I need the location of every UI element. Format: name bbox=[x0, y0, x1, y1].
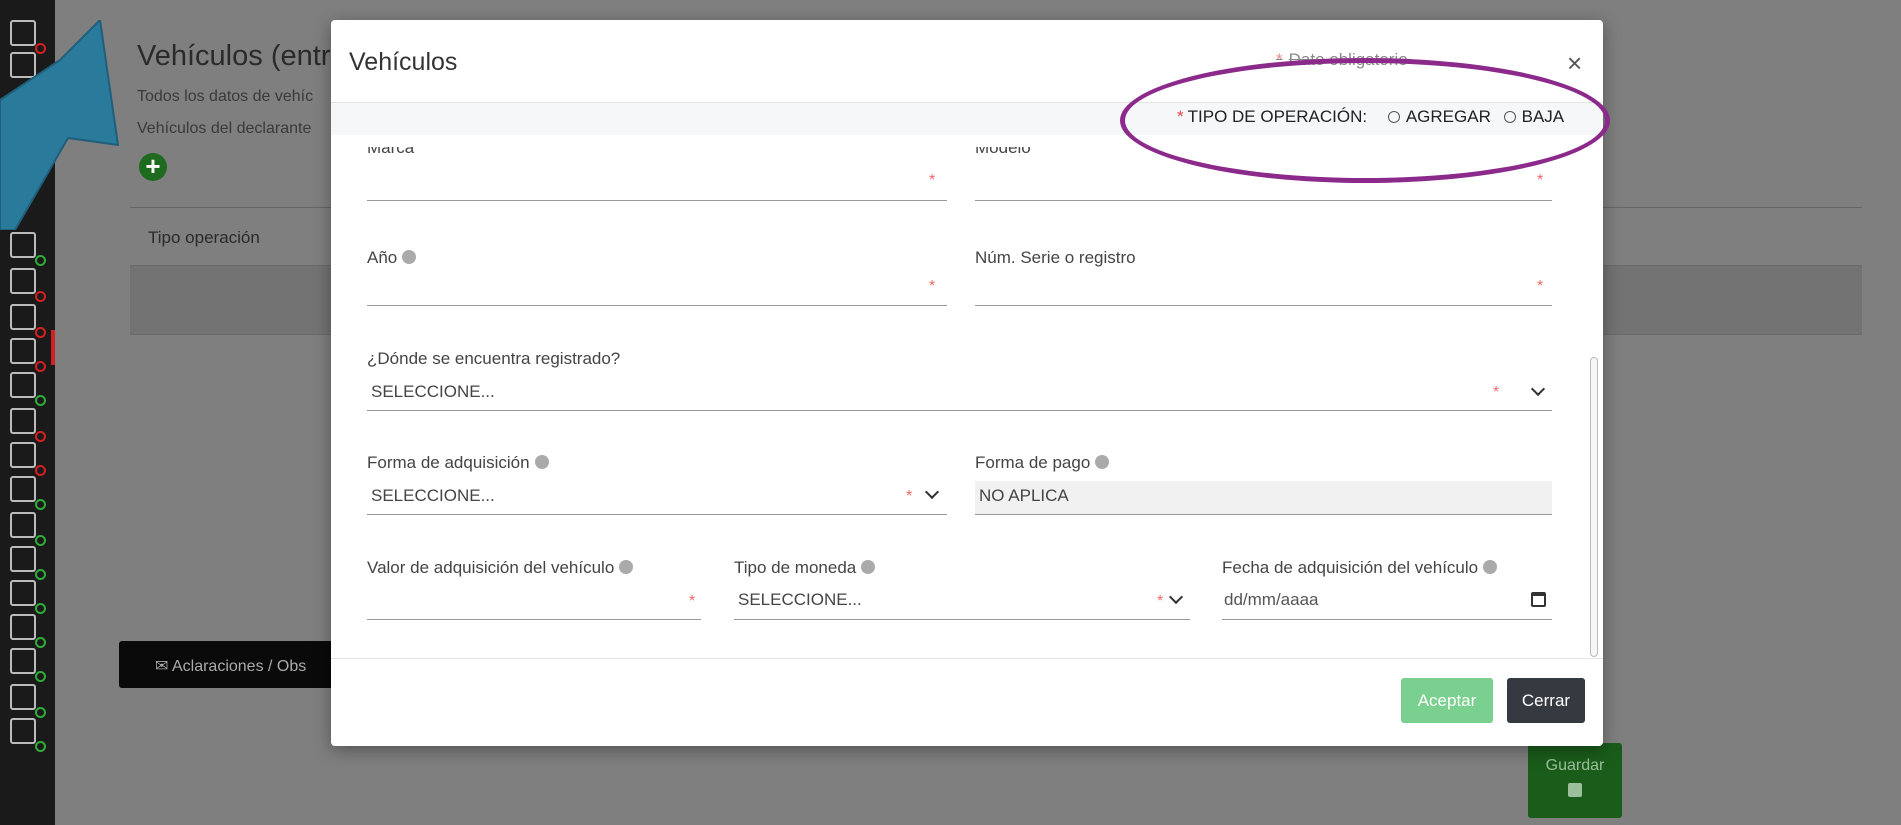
sidebar-icon-income[interactable] bbox=[10, 268, 46, 302]
sidebar-icon-document[interactable] bbox=[10, 232, 46, 266]
modal-title: Vehículos bbox=[349, 48, 458, 76]
modelo-label: Modelo bbox=[975, 138, 1031, 157]
required-asterisk-icon: * bbox=[906, 488, 913, 505]
modelo-input[interactable] bbox=[975, 200, 1552, 201]
tipo-moneda-underline bbox=[734, 619, 1190, 620]
chevron-down-icon[interactable] bbox=[1530, 381, 1546, 397]
fecha-adquisicion-input[interactable]: dd/mm/aaaa bbox=[1224, 590, 1319, 610]
forma-adquisicion-underline bbox=[367, 514, 947, 515]
forma-adquisicion-label: Forma de adquisición bbox=[367, 453, 549, 473]
sidebar-icon-people[interactable] bbox=[10, 546, 46, 580]
page-title: Vehículos (entre bbox=[137, 40, 347, 72]
required-asterisk-icon: * bbox=[1493, 384, 1500, 401]
info-icon bbox=[534, 455, 549, 469]
forma-pago-value: NO APLICA bbox=[979, 486, 1069, 505]
table-header-tipo-operacion: Tipo operación bbox=[148, 228, 260, 247]
annotation-arrow-icon bbox=[0, 20, 120, 230]
required-asterisk-icon: * bbox=[689, 593, 696, 610]
sidebar-icon-report[interactable] bbox=[10, 648, 46, 682]
fecha-adquisicion-underline bbox=[1222, 619, 1552, 620]
required-asterisk-icon: * bbox=[929, 172, 936, 189]
sidebar-icon-house[interactable] bbox=[10, 304, 46, 338]
plus-circle-icon[interactable]: + bbox=[139, 153, 167, 181]
num-serie-input[interactable] bbox=[975, 305, 1552, 306]
cerrar-button[interactable]: Cerrar bbox=[1507, 678, 1585, 723]
annotation-oval bbox=[1120, 58, 1610, 183]
close-icon[interactable]: × bbox=[1567, 48, 1582, 79]
sidebar-icon-hands[interactable] bbox=[10, 408, 46, 442]
required-asterisk-icon: * bbox=[1537, 172, 1544, 189]
chevron-down-icon[interactable] bbox=[924, 484, 940, 500]
modal-footer-divider bbox=[331, 658, 1603, 659]
save-icon bbox=[1568, 783, 1582, 797]
marca-label: Marca bbox=[367, 138, 415, 157]
valor-adquisicion-input[interactable] bbox=[367, 619, 701, 620]
calendar-icon[interactable] bbox=[1531, 592, 1546, 607]
page-subtitle-2: Vehículos del declarante bbox=[137, 120, 312, 137]
anio-input[interactable] bbox=[367, 305, 947, 306]
sidebar-active-indicator bbox=[51, 330, 55, 365]
valor-adquisicion-label: Valor de adquisición del vehículo bbox=[367, 558, 634, 578]
page-subtitle: Todos los datos de vehíc bbox=[137, 88, 314, 105]
sidebar-icon-pie[interactable] bbox=[10, 512, 46, 546]
required-asterisk-icon: * bbox=[1537, 278, 1544, 295]
info-icon bbox=[402, 250, 417, 264]
donde-registrado-underline bbox=[367, 410, 1552, 411]
sidebar-icon-chart[interactable] bbox=[10, 372, 46, 406]
donde-registrado-label: ¿Dónde se encuentra registrado? bbox=[367, 349, 621, 368]
tipo-moneda-label: Tipo de moneda bbox=[734, 558, 876, 578]
guardar-button[interactable]: Guardar bbox=[1528, 743, 1622, 818]
forma-adquisicion-select[interactable]: SELECCIONE... bbox=[371, 486, 495, 506]
sidebar-icon-car[interactable] bbox=[10, 338, 46, 372]
sidebar-icon-user[interactable] bbox=[10, 684, 46, 718]
sidebar-icon-group[interactable] bbox=[10, 580, 46, 614]
forma-pago-label: Forma de pago bbox=[975, 453, 1110, 473]
info-icon bbox=[861, 560, 876, 574]
tipo-moneda-select[interactable]: SELECCIONE... bbox=[738, 590, 862, 610]
sidebar-icon-property[interactable] bbox=[10, 476, 46, 510]
sidebar-icon-team[interactable] bbox=[10, 614, 46, 648]
anio-label: Año bbox=[367, 248, 417, 268]
num-serie-label: Núm. Serie o registro bbox=[975, 248, 1136, 267]
marca-input[interactable] bbox=[367, 200, 947, 201]
info-icon bbox=[1095, 455, 1110, 469]
chevron-down-icon[interactable] bbox=[1168, 589, 1184, 605]
modal-scrollbar[interactable] bbox=[1590, 357, 1598, 657]
info-icon bbox=[1483, 560, 1498, 574]
fecha-adquisicion-label: Fecha de adquisición del vehículo bbox=[1222, 558, 1498, 578]
guardar-label: Guardar bbox=[1545, 757, 1605, 774]
donde-registrado-select[interactable]: SELECCIONE... bbox=[371, 382, 495, 402]
sidebar-icon-checklist[interactable] bbox=[10, 718, 46, 752]
sidebar-icon-truck[interactable] bbox=[10, 442, 46, 476]
required-asterisk-icon: * bbox=[929, 278, 936, 295]
aceptar-button[interactable]: Aceptar bbox=[1401, 678, 1493, 723]
info-icon bbox=[619, 560, 634, 574]
aclaraciones-button[interactable]: ✉ Aclaraciones / Obs bbox=[119, 641, 339, 688]
required-asterisk-icon: * bbox=[1157, 593, 1164, 610]
